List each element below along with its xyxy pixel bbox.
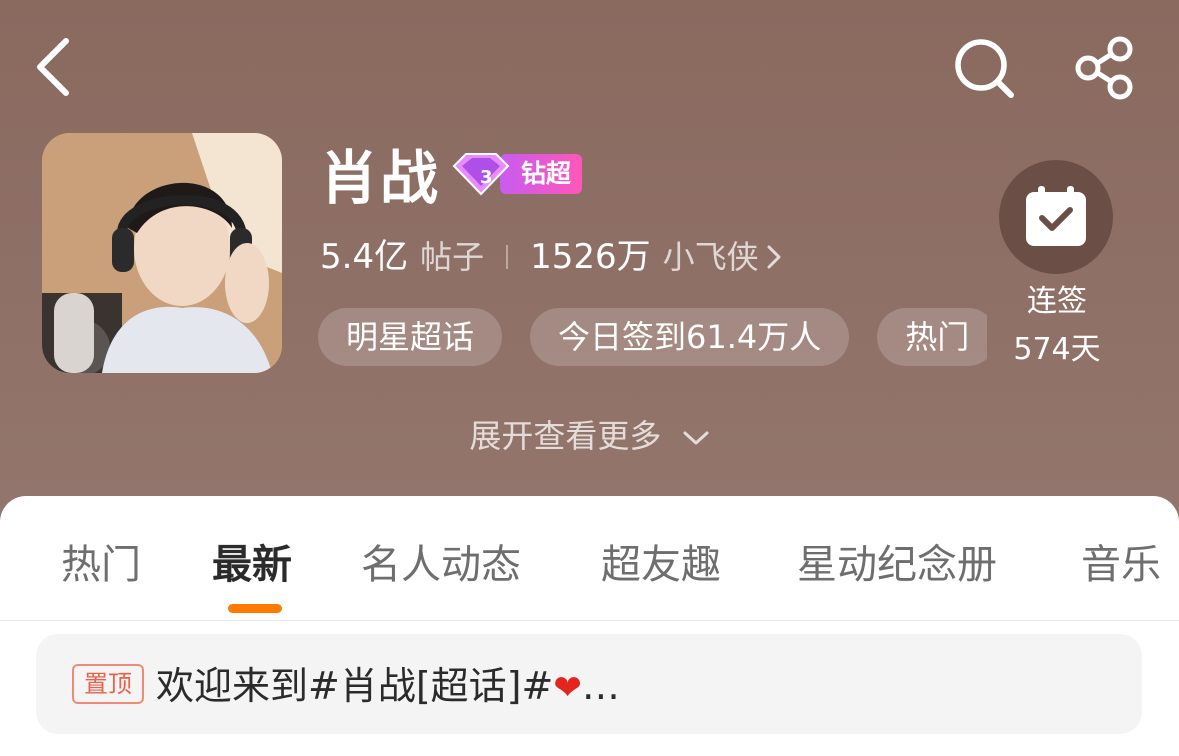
- posts-count: 5.4亿: [320, 237, 409, 277]
- posts-label: 帖子: [420, 238, 485, 276]
- fans-count[interactable]: 1526万: [530, 230, 651, 284]
- share-icon: [1075, 36, 1133, 100]
- tab-super-fun[interactable]: 超友趣: [601, 530, 721, 600]
- stats-row: 5.4亿 帖子 1526万 小飞侠: [320, 230, 783, 284]
- chevron-down-icon: [683, 431, 709, 445]
- expand-label: 展开查看更多: [469, 417, 662, 455]
- avatar[interactable]: [42, 133, 282, 373]
- pinned-post-title: 欢迎来到#肖战[超话]#: [156, 664, 554, 708]
- tab-bar: 热门 最新 名人动态 超友趣 星动纪念册 音乐: [0, 530, 1179, 600]
- chevron-right-icon: [767, 245, 781, 269]
- tab-star-album[interactable]: 星动纪念册: [797, 530, 997, 600]
- chevron-left-icon: [37, 38, 69, 96]
- tab-music[interactable]: 音乐: [1081, 530, 1161, 600]
- share-button[interactable]: [1072, 36, 1136, 100]
- tab-latest[interactable]: 最新: [212, 530, 292, 600]
- expand-more-button[interactable]: 展开查看更多: [0, 408, 1179, 464]
- back-button[interactable]: [30, 35, 80, 99]
- tag-hot[interactable]: 热门: [877, 308, 987, 366]
- pinned-post-ellipsis: …: [581, 664, 620, 708]
- search-icon: [955, 39, 1014, 98]
- checkin-label: 连签: [1027, 284, 1087, 319]
- tab-divider: [0, 620, 1179, 621]
- tab-celebrity-updates[interactable]: 名人动态: [361, 530, 521, 600]
- tag-star-topic[interactable]: 明星超话: [318, 308, 503, 366]
- tag-checkin-today[interactable]: 今日签到61.4万人: [530, 308, 850, 366]
- avatar-image: [42, 133, 282, 373]
- search-button[interactable]: [952, 36, 1016, 100]
- fans-label[interactable]: 小飞侠: [663, 230, 759, 284]
- topic-title: 肖战: [320, 144, 441, 212]
- calendar-check-icon: [1026, 186, 1086, 246]
- heart-icon: ❤: [553, 668, 582, 708]
- stats-divider: [506, 245, 509, 269]
- tab-hot[interactable]: 热门: [61, 530, 141, 600]
- pinned-post-text[interactable]: 欢迎来到#肖战[超话]#❤…: [156, 656, 620, 716]
- badge-label: 钻超: [520, 159, 571, 188]
- tag-row: 明星超话 今日签到61.4万人 热门: [318, 308, 987, 368]
- active-tab-indicator: [228, 604, 282, 613]
- pinned-badge: 置顶: [72, 664, 144, 704]
- svg-text:3: 3: [480, 167, 493, 188]
- checkin-days: 574天: [1013, 332, 1101, 367]
